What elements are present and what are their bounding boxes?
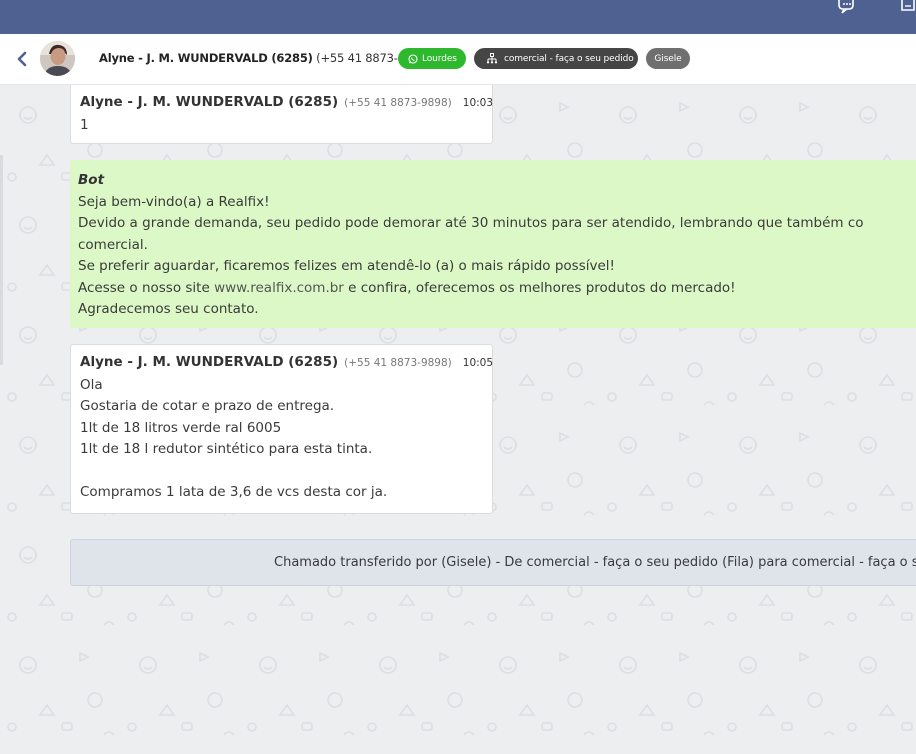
user-tag-label: Gisele (654, 53, 682, 64)
message-text: Acesse o nosso site (78, 279, 215, 296)
website-link[interactable]: www.realfix.com.br (214, 280, 344, 296)
message-line: Se preferir aguardar, ficaremos felizes … (78, 258, 615, 274)
message-time: 10:05 (462, 357, 494, 369)
message-line: Seja bem-vindo(a) a Realfix! (78, 193, 270, 210)
whatsapp-icon (408, 53, 418, 64)
user-tag[interactable]: Gisele (646, 48, 690, 69)
message-sender: Bot (78, 172, 105, 188)
message-line: 1lt de 18 litros verde ral 6005 (80, 419, 282, 436)
message-time: 10:03 (462, 97, 494, 109)
message-line: Gostaria de cotar e prazo de entrega. (80, 398, 335, 414)
message-sender: Alyne - J. M. WUNDERVALD (6285) (80, 354, 339, 370)
message-line: comercial. (78, 236, 148, 253)
agent-tag-label: Lourdes (422, 53, 457, 64)
conversation-header: Alyne - J. M. WUNDERVALD (6285) (+55 41 … (0, 34, 916, 85)
message-bubble[interactable]: Alyne - J. M. WUNDERVALD (6285) (+55 41 … (70, 344, 493, 514)
chat-area[interactable]: Alyne - J. M. WUNDERVALD (6285) (+55 41 … (0, 85, 916, 754)
chevron-left-icon[interactable] (13, 50, 31, 68)
message-phone: (+55 41 8873-9898) (344, 97, 452, 109)
queue-tag-label: comercial - faça o seu pedido (504, 53, 634, 64)
message-line: 1 (80, 116, 89, 133)
queue-tag[interactable]: comercial - faça o seu pedido (474, 48, 638, 69)
agent-tag[interactable]: Lourdes (398, 48, 466, 69)
contact-name: Alyne - J. M. WUNDERVALD (6285) (99, 51, 313, 65)
message-line: Compramos 1 lata de 3,6 de vcs desta cor… (80, 484, 388, 500)
message-line: Agradecemos seu contato. (78, 301, 259, 317)
sitemap-icon (486, 53, 498, 64)
message-line: Acesse o nosso site www.realfix.com.br e… (78, 278, 916, 300)
message-line (80, 461, 483, 483)
message-bubble[interactable]: Alyne - J. M. WUNDERVALD (6285) (+55 41 … (70, 85, 493, 144)
message-sender: Alyne - J. M. WUNDERVALD (6285) (80, 94, 339, 110)
message-line: Devido a grande demanda, seu pedido pode… (78, 215, 864, 231)
chat-bubbles-icon[interactable] (836, 0, 858, 14)
left-edge-divider (0, 155, 3, 365)
system-message: Chamado transferido por (Gisele) - De co… (70, 539, 916, 586)
message-line: 1lt de 18 l redutor sintético para esta … (80, 441, 373, 457)
message-line: Ola (80, 376, 103, 393)
bot-message-bubble[interactable]: Bot Seja bem-vindo(a) a Realfix! Devido … (70, 160, 916, 328)
document-icon[interactable] (898, 0, 916, 14)
top-bar (0, 0, 916, 34)
message-phone: (+55 41 8873-9898) (344, 357, 452, 369)
message-text: e confira, oferecemos os melhores produt… (343, 279, 736, 296)
contact-info: Alyne - J. M. WUNDERVALD (6285) (+55 41 … (99, 51, 431, 65)
avatar[interactable] (40, 41, 75, 76)
